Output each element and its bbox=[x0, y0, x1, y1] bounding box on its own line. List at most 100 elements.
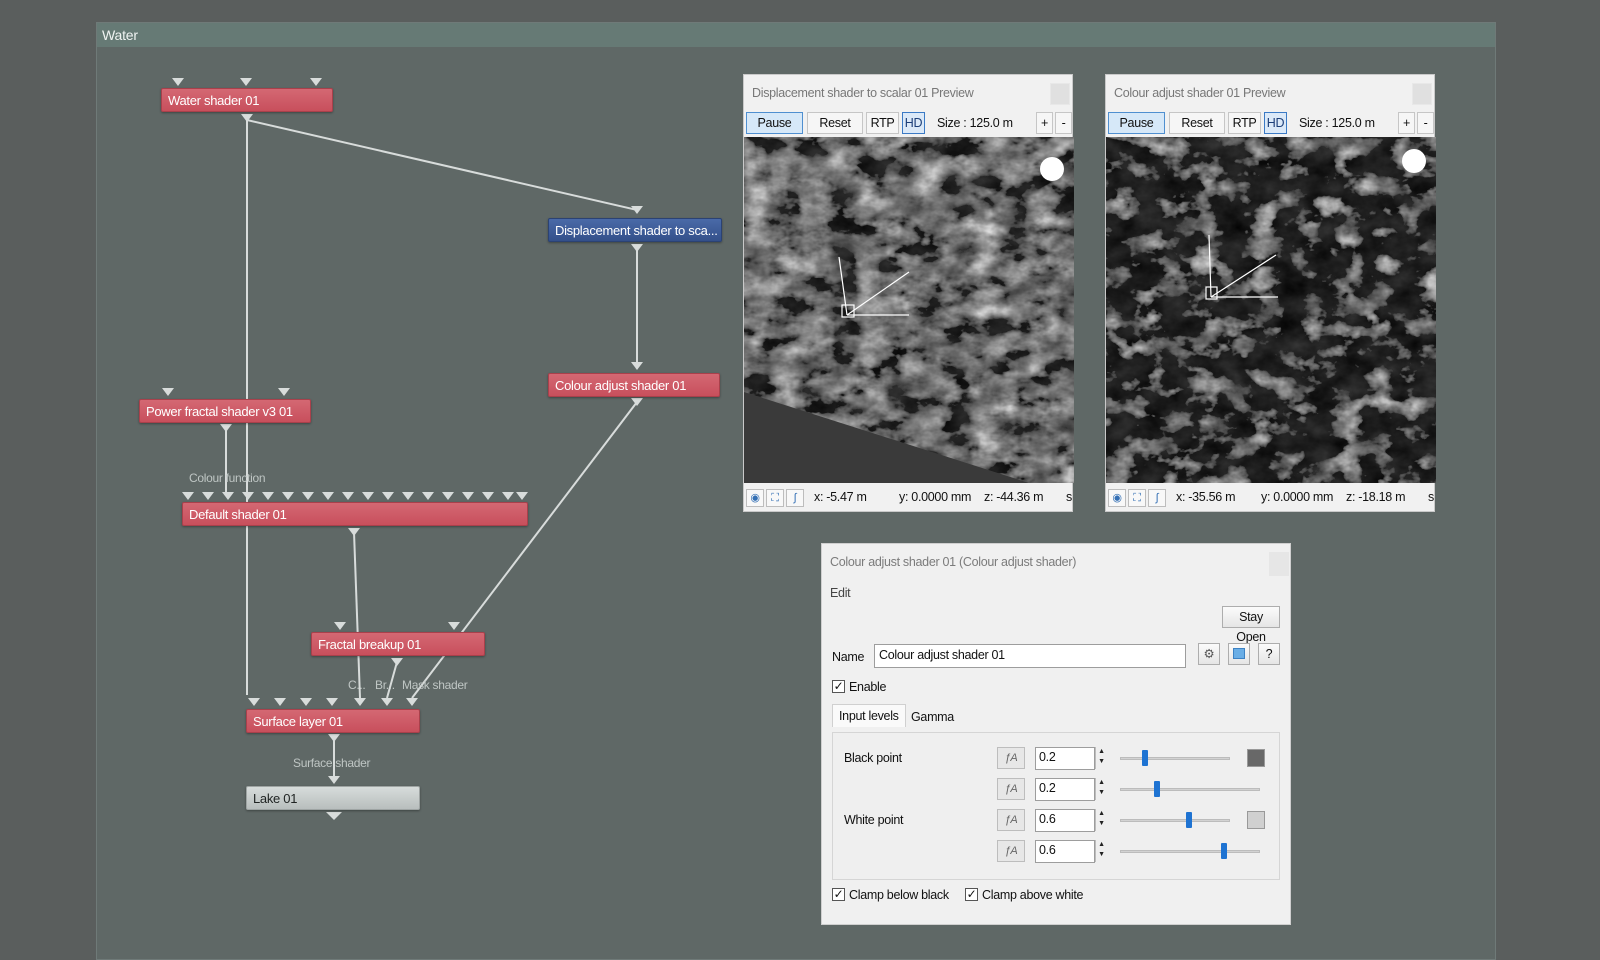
node-displacement-shader[interactable]: Displacement shader to sca... bbox=[548, 218, 722, 242]
function-icon[interactable]: ƒA bbox=[997, 747, 1025, 769]
name-field[interactable]: Colour adjust shader 01 bbox=[874, 644, 1186, 668]
node-default-shader[interactable]: Default shader 01 bbox=[182, 502, 528, 526]
tab-gamma[interactable]: Gamma bbox=[905, 706, 960, 728]
reset-button[interactable]: Reset bbox=[1169, 112, 1225, 134]
white-point-value-2[interactable]: 0.6 bbox=[1035, 840, 1095, 863]
reset-button[interactable]: Reset bbox=[807, 112, 863, 134]
node-power-fractal-shader[interactable]: Power fractal shader v3 01 bbox=[139, 399, 311, 423]
coord-z: z: -18.18 m bbox=[1346, 490, 1406, 504]
preview-window-colour-adjust: Colour adjust shader 01 Preview Pause Re… bbox=[1105, 74, 1436, 512]
frame-icon[interactable]: ⛶ bbox=[1128, 489, 1146, 507]
close-button[interactable] bbox=[1412, 83, 1432, 105]
coord-y: y: 0.0000 mm bbox=[1261, 490, 1334, 504]
gear-icon[interactable]: ⚙ bbox=[1198, 643, 1220, 665]
help-button[interactable]: ? bbox=[1258, 643, 1280, 665]
eye-icon[interactable]: ◉ bbox=[746, 489, 764, 507]
white-point-slider-2[interactable] bbox=[1120, 850, 1260, 853]
colour-adjust-dialog: Colour adjust shader 01 (Colour adjust s… bbox=[821, 543, 1291, 925]
tab-input-levels[interactable]: Input levels bbox=[832, 704, 906, 727]
preview-size: Size : 125.0 m bbox=[937, 116, 1013, 130]
coord-x: x: -5.47 m bbox=[814, 490, 867, 504]
port-label-surface-shader: Surface shader bbox=[293, 756, 371, 770]
enable-label: Enable bbox=[849, 680, 887, 694]
coord-s: s bbox=[1066, 490, 1072, 504]
node-colour-adjust-shader[interactable]: Colour adjust shader 01 bbox=[548, 373, 720, 397]
preview-status-bar: ◉ ⛶ ∫ x: -5.47 m y: 0.0000 mm z: -44.36 … bbox=[744, 483, 1074, 511]
port-label-mask-shader: Mask shader bbox=[402, 678, 468, 692]
slider-thumb[interactable] bbox=[1153, 781, 1160, 797]
zoom-out-button[interactable]: - bbox=[1417, 112, 1434, 134]
port-label-br: Br... bbox=[375, 678, 395, 692]
white-point-slider-1[interactable] bbox=[1120, 819, 1230, 822]
hd-button[interactable]: HD bbox=[902, 112, 925, 134]
rtp-button[interactable]: RTP bbox=[1228, 112, 1261, 134]
preview-render-image bbox=[1106, 137, 1436, 483]
node-surface-layer[interactable]: Surface layer 01 bbox=[246, 709, 420, 733]
preview-size: Size : 125.0 m bbox=[1299, 116, 1375, 130]
preview-toolbar: Pause Reset RTP HD Size : 125.0 m + - bbox=[1106, 111, 1434, 135]
port-label-c: C... bbox=[348, 678, 366, 692]
coord-y: y: 0.0000 mm bbox=[899, 490, 972, 504]
coord-x: x: -35.56 m bbox=[1176, 490, 1236, 504]
white-colour-swatch[interactable] bbox=[1247, 811, 1265, 829]
hd-button[interactable]: HD bbox=[1264, 112, 1287, 134]
spinner-arrows-icon[interactable]: ▲ ▼ bbox=[1095, 809, 1107, 831]
white-point-label: White point bbox=[844, 813, 904, 827]
coord-s: s bbox=[1428, 490, 1434, 504]
node-water-shader[interactable]: Water shader 01 bbox=[161, 88, 333, 112]
spinner-arrows-icon[interactable]: ▲ ▼ bbox=[1095, 840, 1107, 862]
clamp-above-white-checkbox[interactable]: ✓ bbox=[965, 888, 978, 901]
enable-checkbox[interactable]: ✓ bbox=[832, 680, 845, 693]
black-point-label: Black point bbox=[844, 751, 902, 765]
clamp-below-black-label: Clamp below black bbox=[849, 888, 949, 902]
preview-title-text: Colour adjust shader 01 Preview bbox=[1114, 86, 1286, 100]
white-point-value-1[interactable]: 0.6 bbox=[1035, 809, 1095, 832]
slider-thumb[interactable] bbox=[1220, 843, 1227, 859]
node-fractal-breakup[interactable]: Fractal breakup 01 bbox=[311, 632, 485, 656]
curve-icon[interactable]: ∫ bbox=[1148, 489, 1166, 507]
black-point-slider-1[interactable] bbox=[1120, 757, 1230, 760]
slider-thumb[interactable] bbox=[1142, 750, 1148, 766]
frame-icon[interactable]: ⛶ bbox=[766, 489, 784, 507]
function-icon[interactable]: ƒA bbox=[997, 809, 1025, 831]
function-icon[interactable]: ƒA bbox=[997, 778, 1025, 800]
preview-window-displacement: Displacement shader to scalar 01 Preview… bbox=[743, 74, 1074, 512]
close-button[interactable] bbox=[1269, 552, 1289, 576]
zoom-in-button[interactable]: + bbox=[1036, 112, 1053, 134]
preview-render-image bbox=[744, 137, 1074, 483]
preview-render-viewport[interactable] bbox=[744, 137, 1074, 483]
port-label-colour-function: Colour function bbox=[189, 471, 266, 485]
function-icon[interactable]: ƒA bbox=[997, 840, 1025, 862]
rtp-button[interactable]: RTP bbox=[866, 112, 899, 134]
spinner-arrows-icon[interactable]: ▲ ▼ bbox=[1095, 778, 1107, 800]
black-point-value-1[interactable]: 0.2 bbox=[1035, 747, 1095, 770]
dialog-title: Colour adjust shader 01 (Colour adjust s… bbox=[830, 555, 1077, 569]
node-lake[interactable]: Lake 01 bbox=[246, 786, 420, 810]
slider-thumb[interactable] bbox=[1186, 812, 1192, 828]
preview-title: Colour adjust shader 01 Preview bbox=[1106, 75, 1434, 111]
preview-icon[interactable] bbox=[1228, 643, 1250, 665]
eye-icon[interactable]: ◉ bbox=[1108, 489, 1126, 507]
clamp-above-white-label: Clamp above white bbox=[982, 888, 1084, 902]
pause-button[interactable]: Pause bbox=[1108, 112, 1165, 134]
preview-title-text: Displacement shader to scalar 01 Preview bbox=[752, 86, 974, 100]
black-point-value-2[interactable]: 0.2 bbox=[1035, 778, 1095, 801]
zoom-out-button[interactable]: - bbox=[1055, 112, 1072, 134]
coord-z: z: -44.36 m bbox=[984, 490, 1044, 504]
name-label: Name bbox=[832, 650, 865, 664]
clamp-below-black-checkbox[interactable]: ✓ bbox=[832, 888, 845, 901]
preview-toolbar: Pause Reset RTP HD Size : 125.0 m + - bbox=[744, 111, 1072, 135]
window-title: Water bbox=[97, 23, 1495, 47]
preview-title: Displacement shader to scalar 01 Preview bbox=[744, 75, 1072, 111]
stay-open-button[interactable]: Stay Open bbox=[1222, 606, 1280, 644]
black-point-slider-2[interactable] bbox=[1120, 788, 1260, 791]
input-levels-panel: Black point White point ƒA 0.2 ▲ ▼ ƒA 0.2… bbox=[832, 732, 1280, 880]
close-button[interactable] bbox=[1050, 83, 1070, 105]
preview-render-viewport[interactable] bbox=[1106, 137, 1436, 483]
spinner-arrows-icon[interactable]: ▲ ▼ bbox=[1095, 747, 1107, 769]
black-colour-swatch[interactable] bbox=[1247, 749, 1265, 767]
curve-icon[interactable]: ∫ bbox=[786, 489, 804, 507]
zoom-in-button[interactable]: + bbox=[1398, 112, 1415, 134]
pause-button[interactable]: Pause bbox=[746, 112, 803, 134]
menu-edit[interactable]: Edit bbox=[830, 586, 851, 600]
